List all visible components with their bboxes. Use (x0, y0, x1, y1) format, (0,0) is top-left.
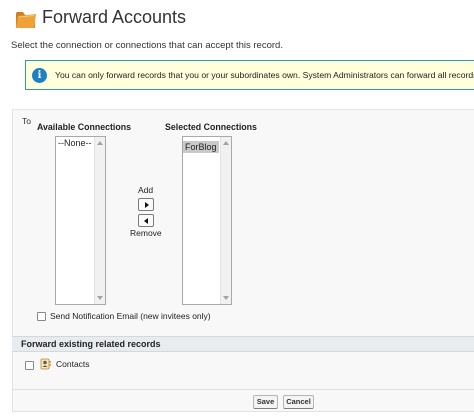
scroll-up-arrow-icon[interactable] (97, 141, 103, 145)
send-notification-checkbox[interactable] (37, 312, 46, 321)
selected-connections-list[interactable]: ForBlog (182, 136, 232, 305)
remove-label: Remove (130, 228, 162, 238)
contacts-checkbox[interactable] (25, 361, 34, 370)
add-label: Add (138, 185, 154, 195)
scroll-down-arrow-icon[interactable] (223, 296, 229, 300)
scroll-down-arrow-icon[interactable] (97, 296, 103, 300)
arrow-left-icon (144, 218, 148, 224)
info-banner: i You can only forward records that you … (25, 60, 474, 90)
contacts-icon (40, 358, 51, 370)
related-records-header: Forward existing related records (12, 336, 474, 352)
contacts-label: Contacts (56, 359, 90, 369)
panel-top-strip (12, 101, 474, 110)
selected-option-forblog[interactable]: ForBlog (183, 141, 219, 153)
scroll-up-arrow-icon[interactable] (223, 141, 229, 145)
save-button[interactable]: Save (253, 395, 278, 409)
folder-icon (16, 12, 36, 28)
available-connections-label: Available Connections (37, 122, 132, 132)
cancel-button[interactable]: Cancel (283, 395, 314, 409)
available-connections-list[interactable]: --None-- (55, 136, 106, 305)
to-label: To (22, 116, 31, 126)
selected-connections-label: Selected Connections (165, 122, 257, 132)
remove-button[interactable] (138, 214, 154, 227)
info-banner-text: You can only forward records that you or… (55, 70, 474, 80)
footer-divider (12, 389, 474, 390)
selected-list-scrollbar[interactable] (220, 137, 231, 304)
page-subtitle: Select the connection or connections tha… (11, 40, 283, 51)
send-notification-label: Send Notification Email (new invitees on… (50, 311, 211, 321)
available-list-scrollbar[interactable] (94, 137, 105, 304)
info-icon: i (32, 68, 47, 83)
related-records-title: Forward existing related records (21, 339, 161, 349)
add-button[interactable] (138, 198, 154, 211)
page-title: Forward Accounts (42, 7, 187, 27)
arrow-right-icon (145, 202, 149, 208)
